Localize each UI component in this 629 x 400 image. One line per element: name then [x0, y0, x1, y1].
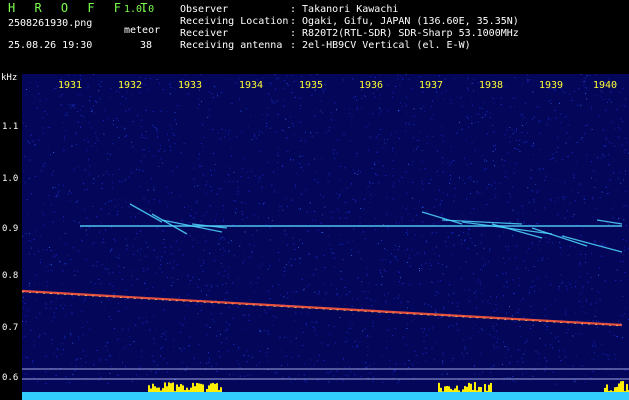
activity-baseline	[22, 392, 629, 400]
x-tick-label: 1932	[118, 80, 143, 91]
x-tick-label: 1934	[239, 80, 264, 91]
x-tick-label: 1935	[299, 80, 324, 91]
y-tick-label: 1.1	[2, 122, 19, 132]
x-tick-label: 1937	[419, 80, 444, 91]
x-tick-label: 1936	[359, 80, 384, 91]
timestamp: 25.08.26 19:30	[8, 40, 93, 51]
x-tick-label: 1933	[178, 80, 203, 91]
y-tick-label: 0.6	[2, 373, 19, 383]
receiver-value: : R820T2(RTL-SDR) SDR-Sharp 53.1000MHz	[290, 28, 519, 39]
x-tick-label: 1931	[58, 80, 83, 91]
x-tick-label: 1940	[593, 80, 618, 91]
antenna-value: : 2el-HB9CV Vertical (el. E-W)	[290, 40, 471, 51]
receiver-label: Receiver	[180, 28, 229, 39]
meteor-count: 38	[140, 40, 153, 51]
x-tick-label: 1938	[479, 80, 504, 91]
app-version: 1.0.0	[124, 4, 155, 15]
antenna-label: Receiving antenna	[180, 40, 283, 51]
observer-value: : Takanori Kawachi	[290, 4, 399, 15]
x-tick-label: 1939	[539, 80, 564, 91]
y-tick-label: 0.7	[2, 323, 19, 333]
y-tick-label: 0.9	[2, 224, 19, 234]
location-label: Receiving Location	[180, 16, 289, 27]
y-tick-label: 1.0	[2, 174, 19, 184]
header-panel: H R O F F T 1.0.0 2508261930.png meteor …	[0, 0, 629, 72]
file-name: 2508261930.png	[8, 18, 93, 29]
mode-label: meteor	[124, 25, 161, 36]
spectrogram	[22, 74, 629, 400]
y-unit-label: kHz	[1, 73, 18, 83]
observer-label: Observer	[180, 4, 229, 15]
y-tick-label: 0.8	[2, 271, 19, 281]
location-value: : Ogaki, Gifu, JAPAN (136.60E, 35.35N)	[290, 16, 519, 27]
